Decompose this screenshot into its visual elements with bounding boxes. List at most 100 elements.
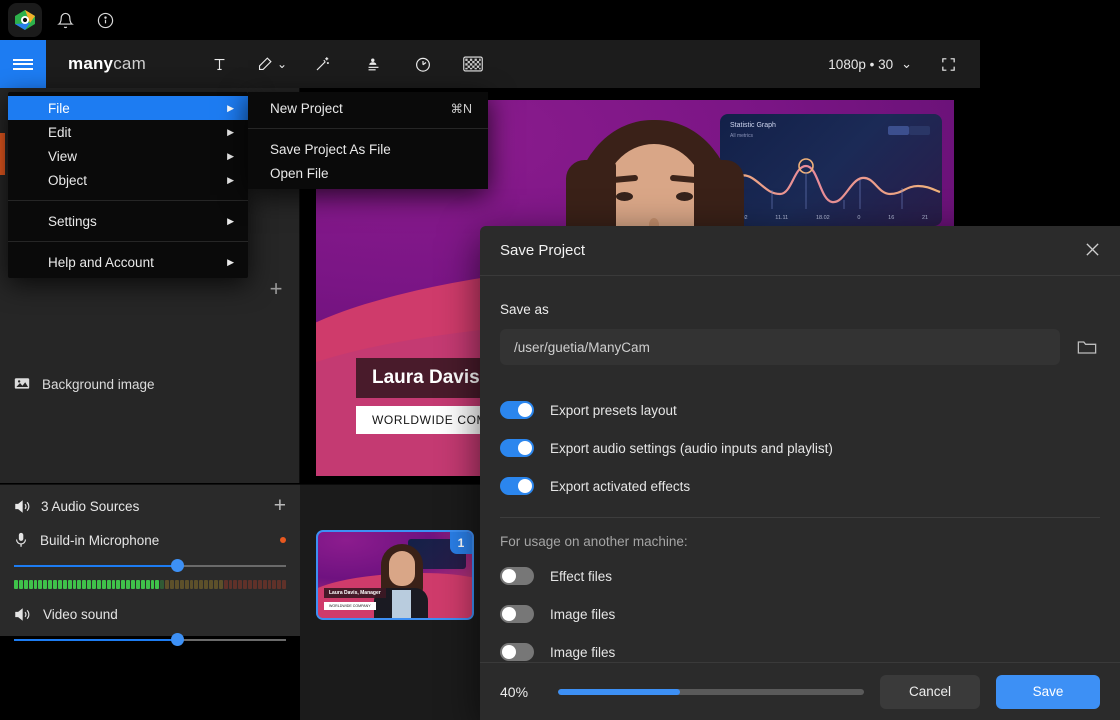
- submenu-item-new-project[interactable]: New Project⌘N: [248, 96, 488, 120]
- export-toggle-2[interactable]: [500, 477, 534, 495]
- meter-segment: [19, 580, 23, 589]
- meter-segment: [97, 580, 101, 589]
- meter-segment: [102, 580, 106, 589]
- export-option-row[interactable]: Export presets layout: [500, 391, 1100, 429]
- chevron-down-icon[interactable]: ⌄: [277, 57, 287, 71]
- meter-segment: [141, 580, 145, 589]
- slider-knob[interactable]: [171, 633, 184, 646]
- draw-tool-icon[interactable]: ⌄: [256, 50, 287, 78]
- meter-segment: [58, 580, 62, 589]
- save-path-input[interactable]: [500, 329, 1060, 365]
- graph-tick-label: 11.11: [775, 215, 788, 221]
- graph-tick-label: 21: [922, 215, 928, 221]
- submenu-item-save-project-as-file[interactable]: Save Project As File: [248, 137, 488, 161]
- meter-segment: [253, 580, 257, 589]
- chevron-down-icon: ⌄: [901, 56, 912, 72]
- meter-segment: [151, 580, 155, 589]
- submenu-item-label: Save Project As File: [270, 142, 391, 157]
- export-option-row[interactable]: Export activated effects: [500, 467, 1100, 505]
- export-toggle-0[interactable]: [500, 401, 534, 419]
- graph-tick-label: 16: [888, 215, 894, 221]
- speaker-icon: [14, 499, 31, 514]
- meter-segment: [146, 580, 150, 589]
- audio-panel-header: 3 Audio Sources +: [0, 485, 300, 527]
- export-toggle-1[interactable]: [500, 439, 534, 457]
- resolution-value: 1080p • 30: [828, 57, 893, 72]
- text-tool-icon[interactable]: [206, 50, 234, 78]
- slider-knob[interactable]: [171, 559, 184, 572]
- menu-item-label: Object: [48, 173, 87, 188]
- active-preset-indicator: [0, 133, 5, 175]
- meter-segment: [29, 580, 33, 589]
- submenu-item-open-file[interactable]: Open File: [248, 161, 488, 185]
- export-option-label: Export presets layout: [550, 403, 677, 418]
- fullscreen-expand-icon[interactable]: [934, 50, 962, 78]
- volume-slider-video-sound[interactable]: [14, 633, 286, 647]
- menu-item-file[interactable]: File ▶: [8, 96, 248, 120]
- meter-segment: [194, 580, 198, 589]
- audio-source-name: Build-in Microphone: [40, 533, 159, 548]
- submenu-shortcut: ⌘N: [450, 101, 472, 116]
- machine-toggle-0[interactable]: [500, 567, 534, 585]
- hamburger-menu-icon[interactable]: [0, 40, 46, 88]
- layer-item-background-image[interactable]: Background image: [14, 376, 155, 393]
- meter-segment: [34, 580, 38, 589]
- add-layer-button[interactable]: +: [255, 268, 297, 310]
- brand-light-part: cam: [113, 54, 146, 73]
- menu-item-object[interactable]: Object▶: [8, 168, 248, 192]
- meter-segment: [14, 580, 18, 589]
- person-lines-icon[interactable]: [359, 50, 387, 78]
- audio-level-meter: [14, 580, 286, 589]
- app-menu-root: File▶Edit▶View▶Object▶Settings▶Help and …: [8, 92, 248, 278]
- audio-panel-title: 3 Audio Sources: [41, 499, 139, 514]
- export-option-row[interactable]: Export audio settings (audio inputs and …: [500, 429, 1100, 467]
- menu-item-help-and-account[interactable]: Help and Account▶: [8, 250, 248, 274]
- menu-item-label: File: [48, 101, 70, 116]
- header-tool-group: ⌄: [206, 50, 487, 78]
- preset-thumbnail-1[interactable]: Laura Davis, Manager WORLDWIDE COMPANY 1: [316, 530, 474, 620]
- toggle-knob: [518, 403, 532, 417]
- speaker-icon: [14, 607, 31, 622]
- machine-option-label: Image files: [550, 645, 615, 660]
- machine-option-row[interactable]: Image files: [500, 595, 1100, 633]
- magic-wand-icon[interactable]: [309, 50, 337, 78]
- meter-segment: [204, 580, 208, 589]
- meter-segment: [38, 580, 42, 589]
- add-audio-source-button[interactable]: +: [274, 494, 286, 518]
- image-icon: [14, 376, 30, 393]
- meter-segment: [82, 580, 86, 589]
- meter-segment: [190, 580, 194, 589]
- info-circle-icon[interactable]: [88, 3, 122, 37]
- audio-source-header: Video sound: [14, 601, 286, 627]
- machine-toggle-2[interactable]: [500, 643, 534, 661]
- stopwatch-icon[interactable]: [409, 50, 437, 78]
- machine-toggle-1[interactable]: [500, 605, 534, 623]
- cancel-button[interactable]: Cancel: [880, 675, 980, 709]
- save-button[interactable]: Save: [996, 675, 1100, 709]
- slider-fill: [14, 565, 177, 567]
- menu-item-edit[interactable]: Edit▶: [8, 120, 248, 144]
- dialog-header: Save Project: [480, 226, 1120, 276]
- menu-item-settings[interactable]: Settings▶: [8, 209, 248, 233]
- chevron-right-icon: ▶: [227, 151, 234, 162]
- meter-segment: [112, 580, 116, 589]
- meter-segment: [116, 580, 120, 589]
- machine-option-row[interactable]: Image files: [500, 633, 1100, 662]
- resolution-selector[interactable]: 1080p • 30 ⌄: [828, 56, 912, 72]
- save-path-row: [500, 329, 1100, 365]
- toggle-knob: [518, 479, 532, 493]
- volume-slider-microphone[interactable]: [14, 559, 286, 573]
- dialog-divider: [500, 517, 1100, 518]
- toggle-knob: [502, 607, 516, 621]
- submenu-item-label: Open File: [270, 166, 329, 181]
- save-as-label: Save as: [500, 302, 1100, 317]
- microphone-icon: [14, 532, 28, 548]
- close-x-icon[interactable]: [1085, 242, 1100, 260]
- menu-item-view[interactable]: View▶: [8, 144, 248, 168]
- checkerboard-icon[interactable]: [459, 50, 487, 78]
- machine-option-row[interactable]: Effect files: [500, 557, 1100, 595]
- machine-option-label: Image files: [550, 607, 615, 622]
- notification-bell-icon[interactable]: [48, 3, 82, 37]
- chevron-right-icon: ▶: [227, 103, 234, 114]
- folder-icon[interactable]: [1074, 334, 1100, 360]
